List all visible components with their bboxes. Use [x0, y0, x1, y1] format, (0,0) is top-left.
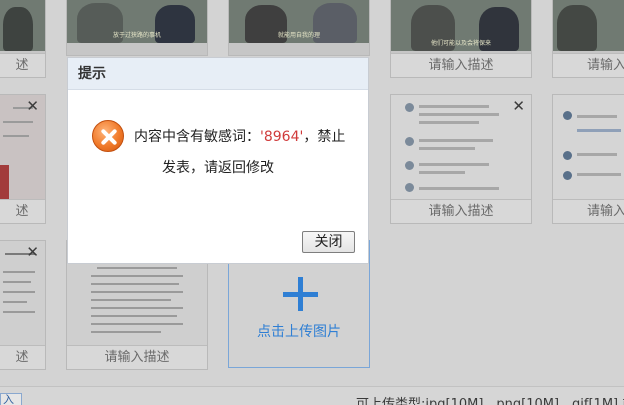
tile-thumbnail: 放于过狭路的事机 — [67, 0, 207, 43]
tile-description[interactable]: 请输入描述 — [67, 345, 207, 369]
tile-thumbnail — [391, 95, 531, 199]
dialog-message-line2: 发表，请返回修改 — [162, 160, 274, 176]
tile-description[interactable]: 请输入描述 — [391, 199, 531, 223]
tile-description[interactable]: 述 — [0, 53, 45, 77]
image-tile[interactable]: ✕ 请输入描述 — [390, 94, 532, 224]
tile-thumbnail — [553, 0, 624, 51]
bottom-button[interactable]: 入 — [0, 393, 22, 405]
image-tile[interactable]: 请输入描述 — [552, 0, 624, 78]
close-button[interactable]: 关闭 — [302, 231, 355, 253]
tile-thumbnail — [0, 0, 45, 51]
file-type-note: 可上传类型:jpg[10M]、png[10M]、gif[1M] 或 — [356, 397, 624, 405]
tile-description[interactable]: 请输入描述 — [391, 53, 531, 77]
sensitive-keyword: '8964' — [260, 129, 304, 145]
close-icon[interactable]: ✕ — [26, 99, 39, 114]
close-icon[interactable]: ✕ — [26, 245, 39, 260]
upload-label: 点击上传图片 — [257, 324, 341, 340]
photo-caption: 就能用自我的理 — [277, 32, 320, 39]
photo-caption: 他们可能以及会将保来 — [430, 40, 491, 47]
alert-dialog: 提示 内容中含有敏感词：'8964'，禁止 发表，请返回修改 关闭 — [67, 57, 369, 264]
image-tile[interactable]: 放于过狭路的事机 — [66, 0, 208, 56]
photo-caption: 放于过狭路的事机 — [112, 32, 161, 39]
dialog-message: 内容中含有敏感词：'8964'，禁止 — [134, 126, 345, 146]
bottom-bar: 入 可上传类型:jpg[10M]、png[10M]、gif[1M] 或 — [0, 386, 624, 405]
error-icon — [92, 120, 124, 152]
tile-description[interactable]: 述 — [0, 345, 45, 369]
image-tile[interactable]: 他们可能以及会将保来 请输入描述 — [390, 0, 532, 78]
tile-thumbnail: 就能用自我的理 — [229, 0, 369, 43]
close-icon[interactable]: ✕ — [512, 99, 525, 114]
image-tile[interactable]: ✕ 述 — [0, 240, 46, 370]
image-tile[interactable]: 请输入描述 — [552, 94, 624, 224]
message-prefix: 内容中含有敏感词： — [134, 129, 260, 145]
tile-description[interactable]: 述 — [0, 199, 45, 223]
image-tile[interactable]: ✕ 述 — [0, 94, 46, 224]
message-suffix: ，禁止 — [303, 129, 346, 145]
image-tile[interactable]: 述 — [0, 0, 46, 78]
tile-description[interactable]: 请输入描述 — [553, 53, 624, 77]
dialog-title: 提示 — [68, 58, 368, 90]
tile-thumbnail: 他们可能以及会将保来 — [391, 0, 531, 51]
tile-description[interactable]: 请输入描述 — [553, 199, 624, 223]
tile-thumbnail — [553, 95, 624, 199]
image-tile[interactable]: 就能用自我的理 — [228, 0, 370, 56]
